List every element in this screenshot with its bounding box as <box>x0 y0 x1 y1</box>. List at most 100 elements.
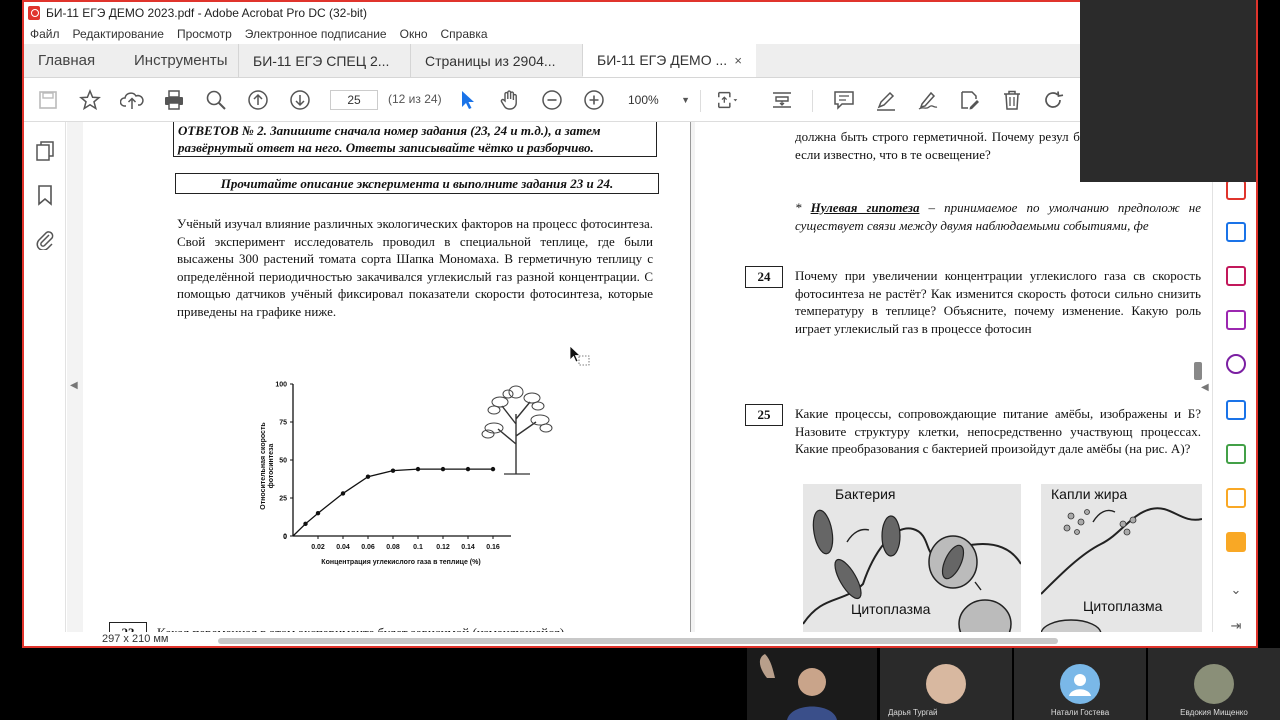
select-cursor-icon[interactable] <box>456 88 480 112</box>
menu-help[interactable]: Справка <box>441 27 488 41</box>
title-bar: БИ-11 ЕГЭ ДЕМО 2023.pdf - Adobe Acrobat … <box>24 2 1256 24</box>
participant-tile-3[interactable]: Евдокия Мищенко <box>1148 648 1280 720</box>
y-tick-label: 50 <box>279 458 287 465</box>
y-tick-label: 25 <box>279 496 287 503</box>
acrobat-window: БИ-11 ЕГЭ ДЕМО 2023.pdf - Adobe Acrobat … <box>22 0 1258 648</box>
question-23-number: 23 <box>109 622 147 632</box>
series-line <box>292 468 493 537</box>
edit-pdf-icon[interactable] <box>958 88 982 112</box>
vertical-scrollbar-thumb[interactable] <box>1194 362 1202 380</box>
data-point <box>315 511 321 516</box>
data-point <box>415 466 421 472</box>
tab-home[interactable]: Главная <box>24 44 120 77</box>
redo-icon[interactable] <box>1042 88 1066 112</box>
zoom-out-icon[interactable] <box>540 88 564 112</box>
save-icon[interactable] <box>36 88 60 112</box>
data-point <box>465 466 471 472</box>
figure-a-label-cytoplasm: Цитоплазма <box>851 601 931 617</box>
delete-icon[interactable] <box>1000 88 1024 112</box>
star-icon[interactable] <box>78 88 102 112</box>
tab-doc-2-label: Страницы из 2904... <box>425 52 556 69</box>
tab-tools[interactable]: Инструменты <box>120 44 238 77</box>
create-pdf-tool-icon[interactable] <box>1226 180 1246 200</box>
organize-pages-tool-icon[interactable] <box>1226 266 1246 286</box>
tab-close-icon[interactable]: × <box>734 53 742 68</box>
bookmark-icon[interactable] <box>34 184 56 206</box>
fit-page-icon[interactable] <box>716 88 740 112</box>
edit-tool-icon[interactable] <box>1226 488 1246 508</box>
participant-name-2: Натали Гостева <box>1050 708 1110 717</box>
question-25-text: Какие процессы, сопровождающие питание а… <box>795 406 1201 456</box>
tab-doc-1[interactable]: БИ-11 ЕГЭ СПЕЦ 2... <box>238 44 410 77</box>
export-pdf-tool-icon[interactable] <box>1226 222 1246 242</box>
compress-pdf-tool-icon[interactable] <box>1226 310 1246 330</box>
figure-b-label-fat-drops: Капли жира <box>1051 486 1128 502</box>
pages-panel-icon[interactable] <box>34 140 56 162</box>
participant-tile-1[interactable]: Дарья Тургай <box>880 648 1012 720</box>
tab-doc-3-label: БИ-11 ЕГЭ ДЕМО ... <box>597 52 728 68</box>
page-down-icon[interactable] <box>288 88 312 112</box>
send-for-signature-tool-icon[interactable] <box>1226 400 1246 420</box>
print-icon[interactable] <box>162 88 186 112</box>
presenter-video <box>747 648 877 720</box>
screen: БИ-11 ЕГЭ ДЕМО 2023.pdf - Adobe Acrobat … <box>0 0 1280 720</box>
hand-icon[interactable] <box>498 88 522 112</box>
x-tick-label: 0.08 <box>386 544 400 551</box>
toolbar-divider <box>700 90 701 112</box>
answers-instruction-box: ОТВЕТОВ № 2. Запишите сначала номер зада… <box>173 122 657 157</box>
x-tick-label: 0.1 <box>413 544 423 551</box>
document-viewport[interactable]: ◀ ОТВЕТОВ № 2. Запишите сначала номер за… <box>67 122 1202 632</box>
menu-bar: Файл Редактирование Просмотр Электронное… <box>24 24 1256 44</box>
avatar-placeholder-icon <box>1060 664 1100 704</box>
page-number-input[interactable]: 25 <box>330 90 378 110</box>
participant-name-1: Дарья Тургай <box>888 708 938 717</box>
y-tick-label: 100 <box>275 382 287 389</box>
data-point <box>365 474 371 479</box>
acrobat-logo-icon <box>28 6 40 20</box>
question-24-text: Почему при увеличении концентрации углек… <box>795 268 1201 336</box>
page-size-label: 297 x 210 мм <box>102 633 169 645</box>
zoom-select[interactable]: 100% ▼ <box>628 90 690 110</box>
menu-esign[interactable]: Электронное подписание <box>245 27 387 41</box>
experiment-instruction-box: Прочитайте описание эксперимента и выпол… <box>175 173 659 194</box>
scroll-mode-icon[interactable] <box>770 88 794 112</box>
tomato-plant-illustration <box>481 385 553 475</box>
tab-doc-3[interactable]: БИ-11 ЕГЭ ДЕМО ... × <box>582 44 756 77</box>
x-tick-label: 0.16 <box>486 544 500 551</box>
zoom-search-icon[interactable] <box>204 88 228 112</box>
collapse-left-arrow-icon[interactable]: ◀ <box>70 380 78 391</box>
upload-icon[interactable] <box>120 88 144 112</box>
window-title: БИ-11 ЕГЭ ДЕМО 2023.pdf - Adobe Acrobat … <box>46 6 367 20</box>
horizontal-scrollbar[interactable] <box>218 638 1058 644</box>
participant-tile-2[interactable]: Натали Гостева <box>1014 648 1146 720</box>
comment-icon[interactable] <box>832 88 856 112</box>
null-hypothesis-star: * <box>795 200 802 215</box>
screen-share-overlay <box>1080 0 1256 182</box>
highlight-icon[interactable] <box>874 88 898 112</box>
x-tick-label: 0.14 <box>461 544 475 551</box>
avatar <box>1194 664 1234 704</box>
menu-view[interactable]: Просмотр <box>177 27 232 41</box>
zoom-in-icon[interactable] <box>582 88 606 112</box>
menu-window[interactable]: Окно <box>400 27 428 41</box>
attachment-icon[interactable] <box>34 228 56 250</box>
compare-files-tool-icon[interactable] <box>1226 444 1246 464</box>
sign-icon[interactable] <box>916 88 940 112</box>
toolbar: 25 (12 из 24) 100% ▼ <box>24 78 1256 122</box>
more-tools-chevron-icon[interactable]: ⌄ <box>1226 582 1246 602</box>
x-axis-label: Концентрация углекислого газа в теплице … <box>321 559 480 566</box>
amoeba-figure-a: Бактерия Цитоплазма <box>803 484 1021 632</box>
y-axis-label: Относительная скоростьфотосинтеза <box>260 422 275 510</box>
origin-label: 0 <box>283 534 287 541</box>
mouse-cursor-icon <box>569 345 590 366</box>
zoom-value: 100% <box>628 93 659 107</box>
null-hypothesis-note: * Нулевая гипотеза – принимаемое по умол… <box>795 199 1201 235</box>
question-23-text: Какая переменная в этом эксперименте буд… <box>157 624 657 632</box>
page-up-icon[interactable] <box>246 88 270 112</box>
menu-file[interactable]: Файл <box>30 27 60 41</box>
collapse-right-arrow-icon[interactable]: ◀ <box>1201 382 1209 393</box>
tab-doc-2[interactable]: Страницы из 2904... <box>410 44 582 77</box>
comment-tool-icon[interactable] <box>1226 532 1246 552</box>
menu-edit[interactable]: Редактирование <box>73 27 164 41</box>
fill-sign-tool-icon[interactable] <box>1226 354 1246 374</box>
